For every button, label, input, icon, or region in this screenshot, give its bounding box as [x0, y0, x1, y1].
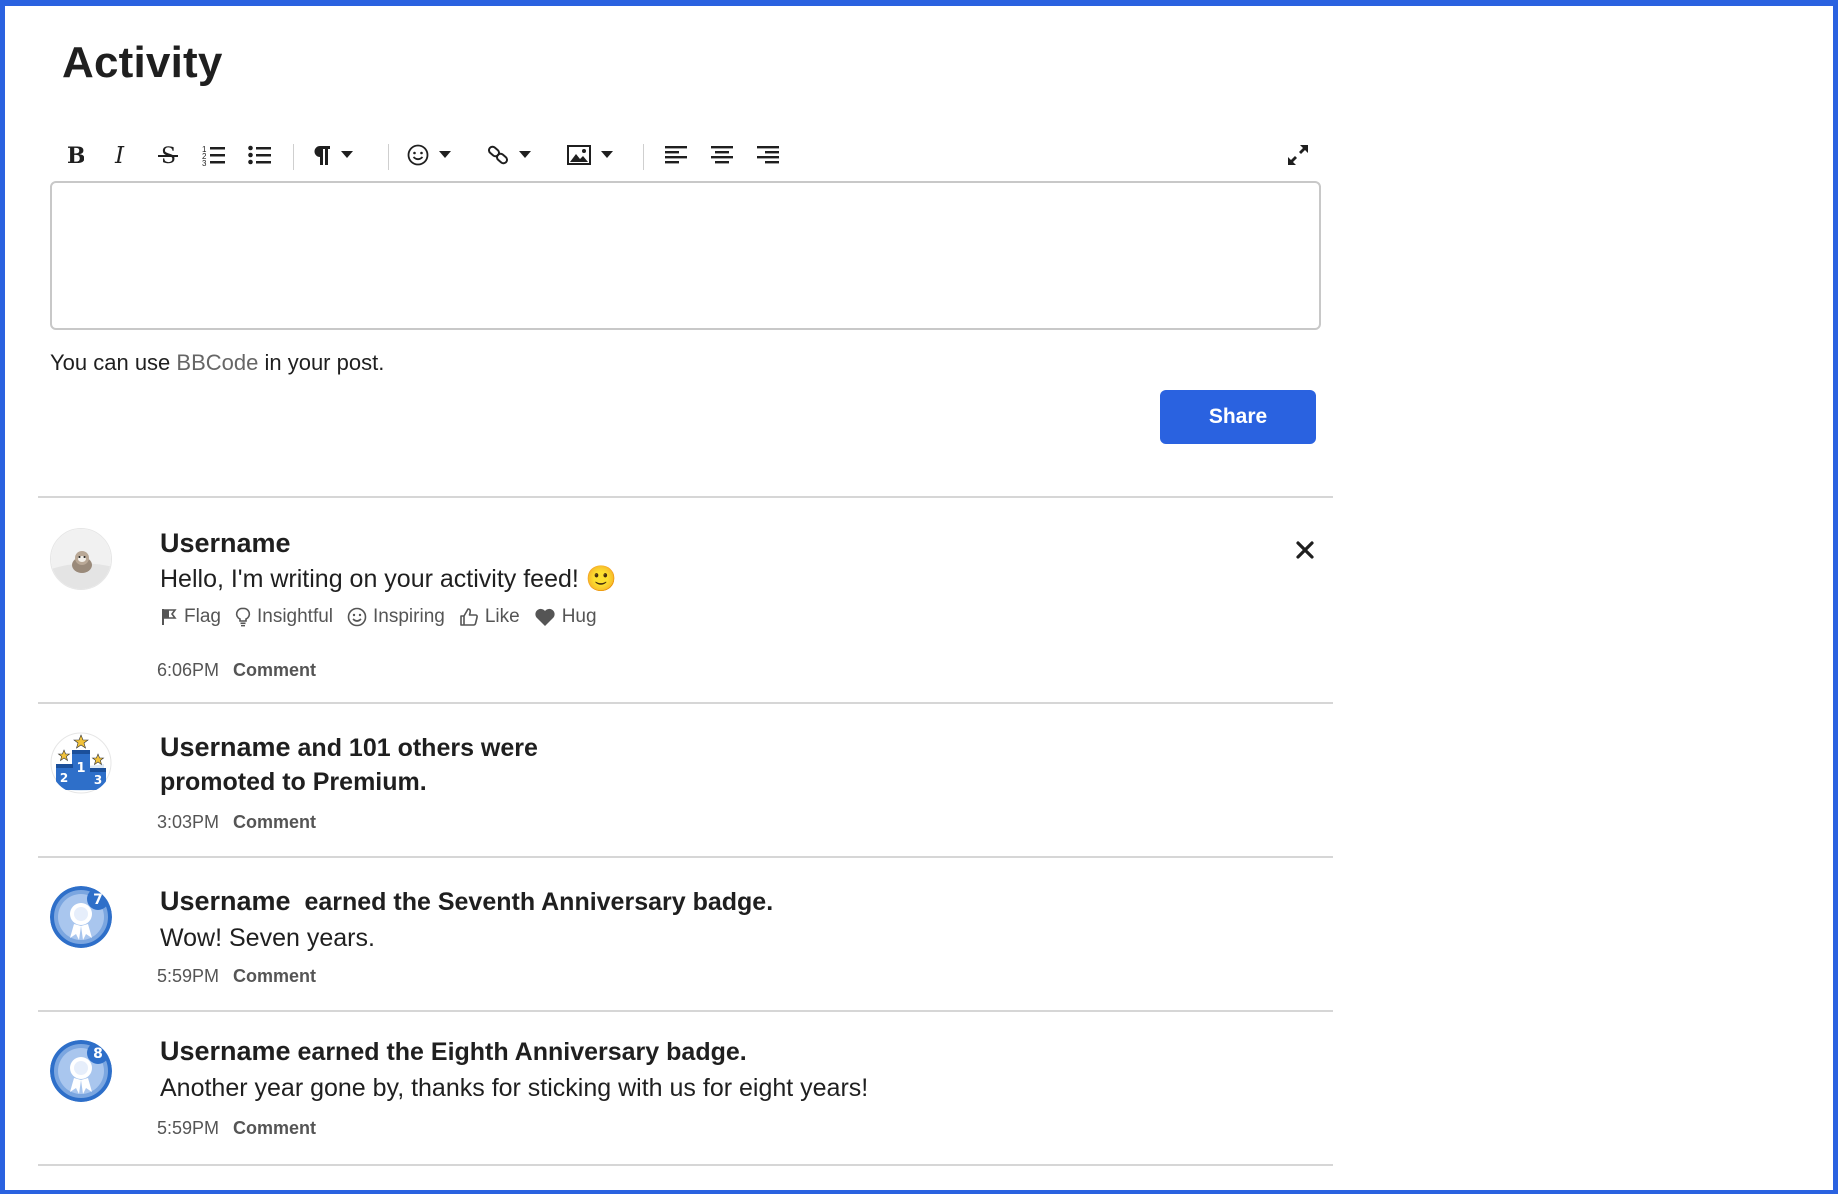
hint-prefix: You can use [50, 350, 177, 375]
username-link[interactable]: Username [160, 732, 291, 762]
insightful-label: Insightful [256, 606, 334, 627]
close-icon[interactable] [1293, 538, 1317, 562]
reaction-bar: Flag Insightful Inspiring Like Hug [160, 606, 617, 628]
inspiring-button[interactable]: Inspiring [347, 606, 445, 628]
bold-icon[interactable]: B [63, 132, 87, 178]
italic-icon[interactable]: I [109, 132, 133, 178]
feed-headline: Username [160, 526, 617, 560]
editor-toolbar: B I S 123 [51, 132, 1321, 178]
headline-continuation: promoted to Premium. [160, 768, 427, 796]
feed-headline: Username earned the Seventh Anniversary … [160, 884, 773, 919]
anniversary-badge-icon: 7 [50, 886, 112, 948]
avatar[interactable]: 1 2 3 [50, 732, 112, 794]
chevron-down-icon [439, 151, 451, 158]
chevron-down-icon [341, 151, 353, 158]
divider [38, 496, 1333, 498]
flag-icon [162, 609, 177, 625]
divider [38, 1010, 1333, 1012]
feed-message: Wow! Seven years. [160, 924, 375, 952]
feed-meta: 5:59PM Comment [157, 1118, 316, 1139]
paragraph-icon[interactable] [313, 132, 367, 178]
page-title: Activity [62, 38, 223, 87]
like-label: Like [484, 606, 520, 627]
image-icon[interactable] [567, 132, 623, 178]
avatar[interactable] [50, 528, 112, 590]
svg-text:1: 1 [76, 761, 85, 776]
comment-link[interactable]: Comment [233, 812, 316, 832]
smile-icon [347, 607, 367, 627]
svg-text:2: 2 [60, 771, 68, 785]
like-button[interactable]: Like [459, 606, 520, 628]
svg-text:B: B [67, 144, 84, 166]
flag-button[interactable]: Flag [160, 606, 221, 628]
feed-item: 8 Username earned the Eighth Anniversary… [38, 1030, 1333, 1166]
comment-link[interactable]: Comment [233, 1118, 316, 1138]
heart-icon [535, 608, 555, 626]
svg-text:3: 3 [202, 159, 207, 166]
badge-number: 7 [93, 892, 103, 908]
timestamp: 5:59PM [157, 1118, 220, 1138]
hint-suffix: in your post. [258, 350, 385, 375]
avatar[interactable]: 7 [50, 886, 112, 948]
share-button[interactable]: Share [1160, 390, 1316, 444]
feed-item-body: Username earned the Eighth Anniversary b… [157, 1034, 869, 1138]
anniversary-badge-icon: 8 [50, 1040, 112, 1102]
align-left-icon[interactable] [663, 132, 689, 178]
thumbs-up-icon [460, 608, 478, 626]
link-icon[interactable] [487, 132, 541, 178]
bbcode-link[interactable]: BBCode [176, 350, 258, 375]
feed-item-body: Username earned the Seventh Anniversary … [157, 884, 773, 986]
svg-text:I: I [114, 144, 125, 166]
align-right-icon[interactable] [755, 132, 781, 178]
ordered-list-icon[interactable]: 123 [201, 132, 227, 178]
feed-item: 1 2 3 Username and 101 others were promo… [38, 724, 1333, 860]
bbcode-hint: You can use BBCode in your post. [50, 350, 384, 376]
feed-meta: 3:03PM Comment [157, 812, 316, 833]
activity-page: Activity B I S 123 [5, 6, 1833, 1190]
feed-item-body: Username Hello, I'm writing on your acti… [157, 526, 617, 680]
comment-link[interactable]: Comment [233, 660, 316, 680]
feed-message: Another year gone by, thanks for stickin… [160, 1074, 869, 1102]
divider [38, 702, 1333, 704]
timestamp: 6:06PM [157, 660, 220, 680]
comment-link[interactable]: Comment [233, 966, 316, 986]
feed-meta: 6:06PM Comment [157, 660, 316, 681]
divider [38, 1164, 1333, 1166]
align-center-icon[interactable] [709, 132, 735, 178]
avatar[interactable]: 8 [50, 1040, 112, 1102]
feed-headline: Username and 101 others were [160, 730, 538, 765]
hug-label: Hug [561, 606, 597, 627]
feed-item-body: Username and 101 others were promoted to… [157, 730, 538, 832]
username-link[interactable]: Username [160, 886, 291, 916]
chevron-down-icon [519, 151, 531, 158]
flag-label: Flag [184, 606, 221, 627]
podium-icon: 1 2 3 [50, 732, 112, 794]
svg-text:3: 3 [94, 773, 102, 787]
feed-item: 7 Username earned the Seventh Anniversar… [38, 878, 1333, 1010]
expand-icon[interactable] [1285, 132, 1311, 178]
feed-headline: Username earned the Eighth Anniversary b… [160, 1034, 868, 1069]
headline-text: earned the Eighth Anniversary badge. [290, 1038, 747, 1066]
username-link[interactable]: Username [160, 528, 291, 558]
emoji-icon[interactable] [407, 132, 461, 178]
lightbulb-icon [235, 607, 251, 627]
insightful-button[interactable]: Insightful [235, 606, 333, 628]
inspiring-label: Inspiring [373, 606, 445, 627]
headline-text: and 101 others were [290, 734, 538, 762]
badge-number: 8 [93, 1046, 103, 1062]
username-link[interactable]: Username [160, 1036, 291, 1066]
timestamp: 3:03PM [157, 812, 220, 832]
timestamp: 5:59PM [157, 966, 220, 986]
bullet-list-icon[interactable] [247, 132, 273, 178]
feed-item: Username Hello, I'm writing on your acti… [38, 522, 1333, 702]
feed-message: Hello, I'm writing on your activity feed… [160, 565, 617, 593]
feed-meta: 5:59PM Comment [157, 966, 316, 987]
headline-text: earned the Seventh Anniversary badge. [290, 888, 774, 916]
hug-button[interactable]: Hug [534, 606, 597, 628]
post-editor[interactable] [50, 181, 1321, 330]
strikethrough-icon[interactable]: S [155, 132, 181, 178]
chevron-down-icon [601, 151, 613, 158]
divider [38, 856, 1333, 858]
